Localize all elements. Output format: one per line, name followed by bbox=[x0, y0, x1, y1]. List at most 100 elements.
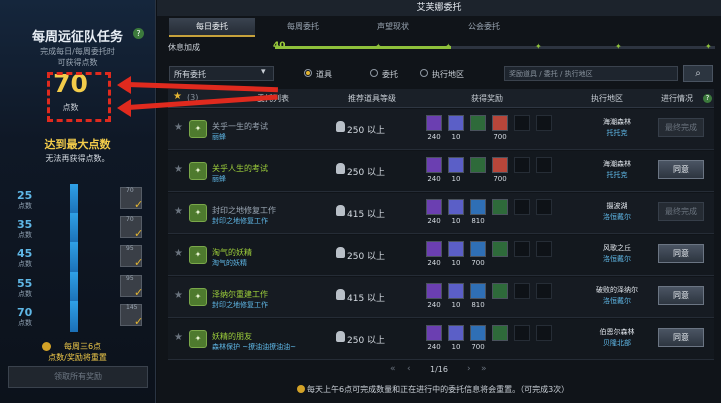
accept-button[interactable]: 同意 bbox=[658, 160, 704, 179]
header-region: 执行地区 bbox=[591, 94, 623, 103]
last-page-icon[interactable]: » bbox=[481, 364, 487, 374]
commission-giver: 封印之地修复工作 bbox=[212, 301, 268, 309]
max-points-title: 达到最大点数 bbox=[44, 138, 111, 151]
search-button[interactable]: ⌕ bbox=[683, 65, 713, 82]
reward-item-icon[interactable] bbox=[426, 199, 442, 215]
reward-item-icon[interactable] bbox=[448, 325, 464, 341]
reward-item-icon[interactable] bbox=[470, 283, 486, 299]
reward-item-icon[interactable] bbox=[426, 283, 442, 299]
helmet-icon bbox=[336, 289, 345, 300]
tier-row: 70 点数 145 ✓ bbox=[14, 301, 146, 332]
tab-reputation[interactable]: 声望现状 bbox=[350, 18, 436, 35]
commission-row[interactable]: ★ ✦ 淘气的妖精 淘气的妖精 250 以上 240 10 700 风歌之丘 洛恒戴尔 同意 bbox=[168, 235, 714, 276]
reward-item-icon[interactable] bbox=[470, 199, 486, 215]
reward-quantity: 240 bbox=[427, 301, 441, 309]
claim-all-rewards-button[interactable]: 领取所有奖励 bbox=[8, 366, 148, 388]
commission-row[interactable]: ★ ✦ 妖精的朋友 森林保护 ~撩油油撩油油~ 250 以上 240 10 700 伯恩尔森林贝… bbox=[168, 319, 714, 360]
reward-item-icon[interactable] bbox=[448, 283, 464, 299]
tab-guild[interactable]: 公会委托 bbox=[441, 18, 527, 35]
window-title: 艾芙娜委托 bbox=[157, 0, 721, 16]
reward-item-icon[interactable] bbox=[470, 115, 486, 131]
reward-quantity: 10 bbox=[451, 259, 461, 267]
commission-row[interactable]: ★ ✦ 关乎人生的考试 丽蜂 250 以上 240 10 700 海潮森林 托托克 同意 bbox=[168, 151, 714, 192]
reward-item-icon[interactable] bbox=[448, 199, 464, 215]
help-icon[interactable]: ? bbox=[133, 28, 144, 39]
favorite-star-icon[interactable]: ★ bbox=[174, 332, 183, 343]
tab-weekly[interactable]: 每周委托 bbox=[260, 18, 346, 35]
reset-note-1: 每周三6点 bbox=[63, 342, 102, 351]
reward-item-icon[interactable] bbox=[426, 325, 442, 341]
radio-commission[interactable] bbox=[370, 69, 378, 77]
accept-button[interactable]: 同意 bbox=[658, 286, 704, 305]
favorite-star-icon[interactable]: ★ bbox=[174, 164, 183, 175]
reward-item-icon[interactable] bbox=[492, 283, 508, 299]
chevron-down-icon[interactable]: ▾ bbox=[261, 67, 266, 77]
next-page-icon[interactable]: › bbox=[467, 364, 471, 374]
rest-bonus-fill bbox=[275, 46, 451, 49]
tier-unit: 点数 bbox=[18, 319, 32, 327]
helmet-icon bbox=[336, 121, 345, 132]
commission-row[interactable]: ★ ✦ 泽纳尔重建工作 封印之地修复工作 415 以上 240 10 810 破败的泽纳尔 洛恒戴… bbox=[168, 277, 714, 318]
favorite-star-icon[interactable]: ★ bbox=[174, 206, 183, 217]
reward-quantity: 240 bbox=[427, 133, 441, 141]
accept-button[interactable]: 同意 bbox=[658, 328, 704, 347]
reward-item-icon[interactable] bbox=[448, 115, 464, 131]
helmet-icon bbox=[336, 331, 345, 342]
radio-region[interactable] bbox=[420, 69, 428, 77]
complete-button[interactable]: 最终完成 bbox=[658, 202, 704, 221]
recommended-level: 415 以上 bbox=[347, 294, 386, 304]
reward-item-icon[interactable] bbox=[448, 241, 464, 257]
reward-item-icon[interactable] bbox=[426, 241, 442, 257]
reward-item-icon[interactable] bbox=[492, 115, 508, 131]
radio-region-label: 执行地区 bbox=[432, 70, 464, 79]
check-icon: ✓ bbox=[134, 286, 144, 299]
header-level: 推荐道具等级 bbox=[348, 94, 396, 103]
reward-item-icon[interactable] bbox=[492, 325, 508, 341]
reward-item-icon[interactable] bbox=[470, 241, 486, 257]
empty-reward-slot bbox=[536, 325, 552, 341]
panel-subtitle-2: 可获得点数 bbox=[57, 58, 98, 67]
helmet-icon bbox=[336, 163, 345, 174]
commission-icon: ✦ bbox=[189, 162, 207, 180]
empty-reward-slot bbox=[536, 157, 552, 173]
reward-item-icon[interactable] bbox=[492, 157, 508, 173]
weekly-expedition-panel: 每周远征队任务 ? 完成每日/每周委托时 可获得点数 70 点数 达到最大点数 … bbox=[0, 0, 156, 403]
commission-row[interactable]: ★ ✦ 封印之地修复工作 封印之地修复工作 415 以上 240 10 810 摄波湖 洛恒戴尔 最… bbox=[168, 193, 714, 234]
accept-button[interactable]: 同意 bbox=[658, 244, 704, 263]
reward-quantity: 700 bbox=[471, 259, 485, 267]
tab-daily[interactable]: 每日委托 bbox=[169, 18, 255, 37]
favorite-star-icon[interactable]: ★ bbox=[174, 290, 183, 301]
recommended-level: 250 以上 bbox=[347, 252, 386, 262]
arrow-head-icon bbox=[117, 99, 131, 117]
help-icon[interactable]: ? bbox=[703, 94, 712, 103]
region-name: 海潮森林 bbox=[603, 160, 631, 168]
reward-item-icon[interactable] bbox=[470, 157, 486, 173]
tier-unit: 点数 bbox=[18, 260, 32, 268]
commission-name: 关乎人生的考试 bbox=[212, 164, 268, 173]
empty-reward-slot bbox=[536, 115, 552, 131]
reward-quantity: 810 bbox=[471, 301, 485, 309]
recommended-level: 415 以上 bbox=[347, 210, 386, 220]
reward-item-icon[interactable] bbox=[426, 157, 442, 173]
reward-quantity: 700 bbox=[493, 133, 507, 141]
commission-icon: ✦ bbox=[189, 288, 207, 306]
search-input[interactable]: 奖励道具 / 委托 / 执行地区 bbox=[504, 66, 678, 81]
tier-unit: 点数 bbox=[18, 202, 32, 210]
favorite-star-icon[interactable]: ★ bbox=[174, 122, 183, 133]
reward-item-icon[interactable] bbox=[492, 241, 508, 257]
favorite-star-icon[interactable]: ★ bbox=[174, 248, 183, 259]
reward-item-icon[interactable] bbox=[470, 325, 486, 341]
radio-item-label: 道具 bbox=[316, 70, 332, 79]
tier-reward-count: 95 bbox=[126, 245, 134, 252]
check-icon: ✓ bbox=[134, 198, 144, 211]
reward-quantity: 10 bbox=[451, 343, 461, 351]
reward-item-icon[interactable] bbox=[448, 157, 464, 173]
header-status: 进行情况 bbox=[661, 94, 693, 103]
reward-item-icon[interactable] bbox=[492, 199, 508, 215]
commission-filter-dropdown[interactable]: 所有委托 bbox=[169, 66, 274, 81]
reward-item-icon[interactable] bbox=[426, 115, 442, 131]
commission-row[interactable]: ★ ✦ 关乎一生的考试 丽蜂 250 以上 240 10 700 海潮森林 托托克 最终完成 bbox=[168, 109, 714, 150]
search-icon: ⌕ bbox=[695, 68, 701, 79]
complete-button[interactable]: 最终完成 bbox=[658, 118, 704, 137]
radio-item[interactable] bbox=[304, 69, 312, 77]
